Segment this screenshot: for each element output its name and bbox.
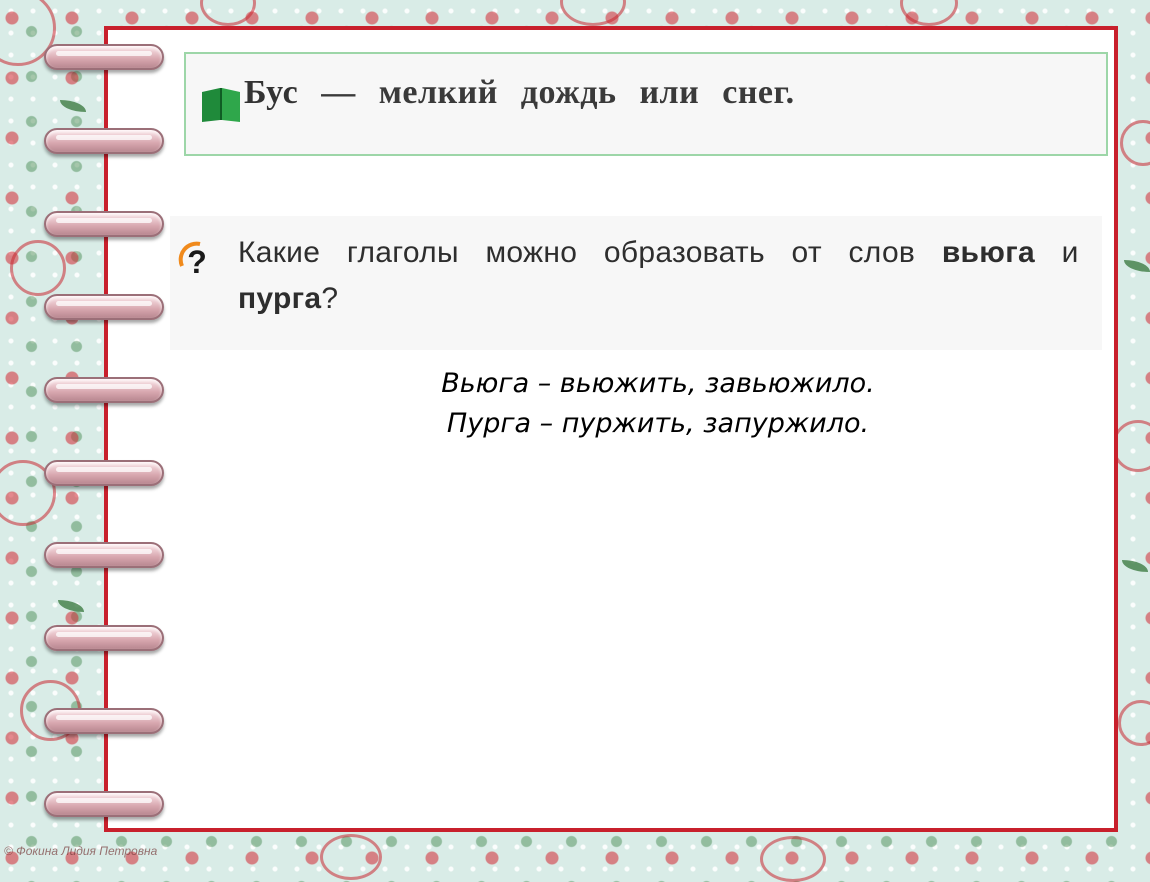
question-text: Какие глаголы можно образовать от слов в…	[238, 230, 1098, 322]
question-word-1: вьюга	[941, 236, 1035, 269]
question-mark-icon: ?	[178, 241, 207, 280]
binding-ring	[44, 625, 164, 651]
definition-term: Бус	[244, 74, 299, 111]
binding-ring	[44, 791, 164, 817]
binding-ring	[44, 460, 164, 486]
definition-meaning: мелкий дождь или снег.	[378, 74, 795, 111]
binding-ring	[44, 377, 164, 403]
binding-ring	[44, 542, 164, 568]
answer-line: Вьюга – вьюжить, завьюжило.	[441, 368, 875, 399]
definition-dash: —	[321, 74, 356, 111]
book-icon	[202, 88, 240, 122]
question-box: ? Какие глаголы можно образовать от слов…	[170, 216, 1102, 350]
question-lead: Какие глаголы можно образовать от слов	[238, 236, 942, 269]
question-end: ?	[321, 282, 339, 315]
binding-ring	[44, 128, 164, 154]
answer-line: Пурга – пуржить, запуржило.	[446, 408, 870, 439]
definition-box: Бус — мелкий дождь или снег.	[184, 52, 1108, 156]
svg-text:?: ?	[187, 244, 207, 280]
notebook-page: Бус — мелкий дождь или снег. ? Какие гла…	[104, 26, 1118, 832]
definition-text: Бус — мелкий дождь или снег.	[244, 74, 795, 112]
binding-ring	[44, 211, 164, 237]
answers-block: Вьюга – вьюжить, завьюжило. Пурга – пурж…	[338, 364, 978, 444]
copyright-text: © Фокина Лидия Петровна	[4, 844, 158, 858]
binding-ring	[44, 44, 164, 70]
question-word-2: пурга	[238, 282, 322, 315]
question-conjunction: и	[1035, 236, 1079, 269]
binding-ring	[44, 294, 164, 320]
binding-ring	[44, 708, 164, 734]
